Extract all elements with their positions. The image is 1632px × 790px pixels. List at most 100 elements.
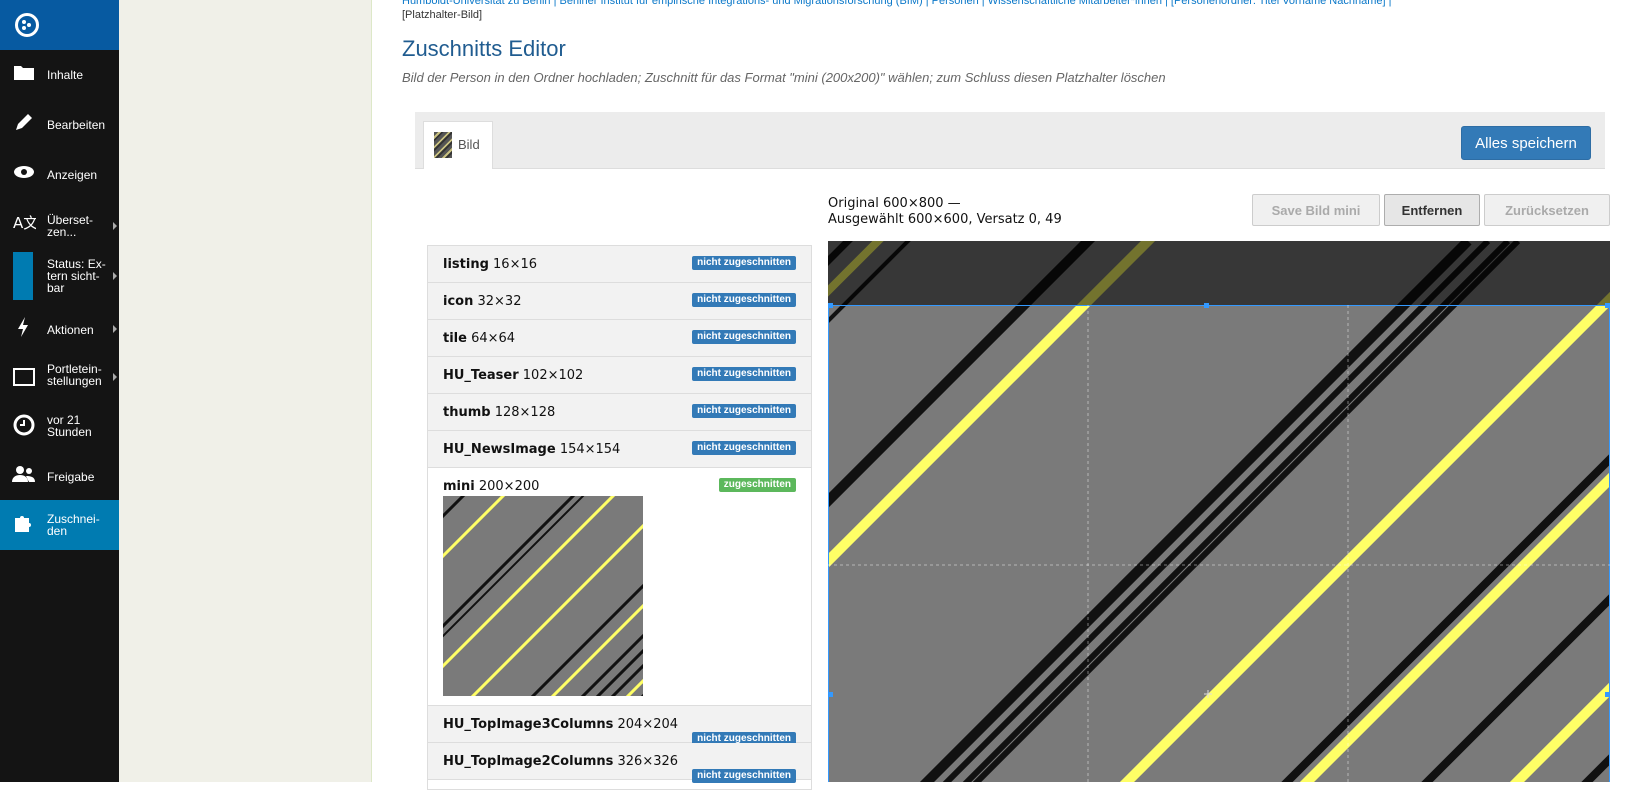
translate-icon: A文 [13,214,36,232]
scale-item-hu-newsimage[interactable]: HU_NewsImage 154×154 nicht zugeschnitten [428,431,811,468]
status-icon [13,252,33,300]
image-info: Original 600×800 — Ausgewählt 600×600, V… [828,196,1062,228]
status-badge: nicht zugeschnitten [692,441,796,455]
scale-size: 200×200 [478,479,540,494]
page-title: Zuschnitts Editor [402,36,566,61]
submenu-arrow-icon [113,325,117,333]
submenu-arrow-icon [113,222,117,230]
breadcrumb[interactable]: Humboldt-Universität zu Berlin | Berline… [402,0,1602,22]
toolbar-item-label: Portletein- stellungen [47,362,102,388]
scale-name: thumb [443,405,491,420]
scale-name: HU_TopImage2Columns [443,754,614,769]
scale-name: HU_NewsImage [443,442,556,457]
scale-item-hu-teaser[interactable]: HU_Teaser 102×102 nicht zugeschnitten [428,357,811,394]
scale-label: tile 64×64 [443,331,515,346]
breadcrumb-path[interactable]: Humboldt-Universität zu Berlin | Berline… [402,0,1602,8]
status-badge: nicht zugeschnitten [692,293,796,307]
status-badge: nicht zugeschnitten [692,330,796,344]
scale-label: HU_TopImage2Columns 326×326 [443,754,678,769]
page-description: Bild der Person in den Ordner hochladen;… [402,70,1166,85]
save-mini-button[interactable]: Save Bild mini [1252,194,1380,226]
reset-button[interactable]: Zurücksetzen [1484,194,1610,226]
scale-item-mini[interactable]: mini 200×200 zugeschnitten [428,468,811,706]
scale-name: HU_Teaser [443,368,519,383]
scale-item-icon[interactable]: icon 32×32 nicht zugeschnitten [428,283,811,320]
scale-name: icon [443,294,474,309]
toolbar-item-label: Freigabe [47,470,95,484]
toolbar-item-label: Anzeigen [47,168,98,182]
remove-button[interactable]: Entfernen [1384,194,1480,226]
toolbar-item-label: vor 21 Stunden [47,413,92,439]
folder-icon [14,66,34,80]
portlet-icon [13,368,35,386]
toolbar-item-portlets[interactable]: Portletein- stellungen [0,355,119,403]
toolbar-item-uebersetzen[interactable]: A文 Überset- zen... [0,200,119,248]
scale-item-thumb[interactable]: thumb 128×128 nicht zugeschnitten [428,394,811,431]
crop-image[interactable] [828,241,1610,782]
mini-crop-preview [443,496,643,696]
scale-label: HU_Teaser 102×102 [443,368,583,383]
plone-toolbar: Inhalte Bearbeiten Anzeigen A文 Überset- … [0,0,119,782]
scale-size: 204×204 [617,717,679,732]
toolbar-item-status[interactable]: Status: Ex- tern sicht- bar [0,250,119,302]
toolbar-item-anzeigen[interactable]: Anzeigen [0,150,119,198]
scale-label: HU_TopImage3Columns 204×204 [443,717,678,732]
scale-size: 128×128 [494,405,556,420]
scale-name: listing [443,257,489,272]
toolbar-item-label: Inhalte [47,68,84,82]
scale-size: 102×102 [522,368,584,383]
scale-label: listing 16×16 [443,257,537,272]
scale-size: 32×32 [477,294,522,309]
pencil-icon [16,114,32,130]
toolbar-logo[interactable] [0,0,119,50]
breadcrumb-current: [Platzhalter-Bild] [402,9,483,21]
scale-item-hu-topimage2columns[interactable]: HU_TopImage2Columns 326×326 nicht zugesc… [428,743,811,783]
scale-label: thumb 128×128 [443,405,555,420]
scale-size: 64×64 [471,331,516,346]
scale-name: tile [443,331,467,346]
save-all-button[interactable]: Alles speichern [1461,126,1591,160]
tab-label: Bild [458,137,480,152]
svg-text:A文: A文 [13,214,36,232]
crop-canvas[interactable] [828,241,1610,782]
status-badge: nicht zugeschnitten [692,769,796,783]
scale-label: mini 200×200 [443,479,539,494]
status-badge: zugeschnitten [718,478,796,492]
clock-icon [13,414,35,436]
toolbar-item-label: Überset- zen... [47,213,94,239]
status-badge: nicht zugeschnitten [692,367,796,381]
scale-item-listing[interactable]: listing 16×16 nicht zugeschnitten [428,246,811,283]
tab-bar: Bild [415,112,1605,169]
scale-label: icon 32×32 [443,294,521,309]
status-badge: nicht zugeschnitten [692,404,796,418]
toolbar-item-freigabe[interactable]: Freigabe [0,452,119,500]
bolt-icon [18,317,28,337]
toolbar-item-zuschneiden[interactable]: Zuschnei- den [0,500,119,550]
submenu-arrow-icon [113,373,117,381]
toolbar-item-aktionen[interactable]: Aktionen [0,305,119,353]
puzzle-icon [15,516,31,532]
toolbar-item-history[interactable]: vor 21 Stunden [0,403,119,451]
original-size: Original 600×800 — [828,196,961,211]
scale-name: mini [443,479,475,494]
scale-size: 326×326 [617,754,679,769]
eye-icon [14,166,34,178]
status-badge: nicht zugeschnitten [692,256,796,270]
selection-info: Ausgewählt 600×600, Versatz 0, 49 [828,212,1062,227]
scale-label: HU_NewsImage 154×154 [443,442,620,457]
scale-item-tile[interactable]: tile 64×64 nicht zugeschnitten [428,320,811,357]
image-thumbnail-icon [434,132,452,158]
toolbar-item-label: Bearbeiten [47,118,106,132]
scale-list: listing 16×16 nicht zugeschnitten icon 3… [427,245,812,790]
toolbar-item-inhalte[interactable]: Inhalte [0,50,119,98]
scale-size: 16×16 [493,257,538,272]
users-icon [12,466,35,482]
scale-size: 154×154 [559,442,621,457]
scale-name: HU_TopImage3Columns [443,717,614,732]
scale-item-hu-topimage3columns[interactable]: HU_TopImage3Columns 204×204 nicht zugesc… [428,706,811,746]
submenu-arrow-icon [113,272,117,280]
toolbar-item-bearbeiten[interactable]: Bearbeiten [0,100,119,148]
toolbar-item-label: Aktionen [47,323,94,337]
plone-logo-icon [15,13,39,37]
tab-bild[interactable]: Bild [423,121,493,169]
